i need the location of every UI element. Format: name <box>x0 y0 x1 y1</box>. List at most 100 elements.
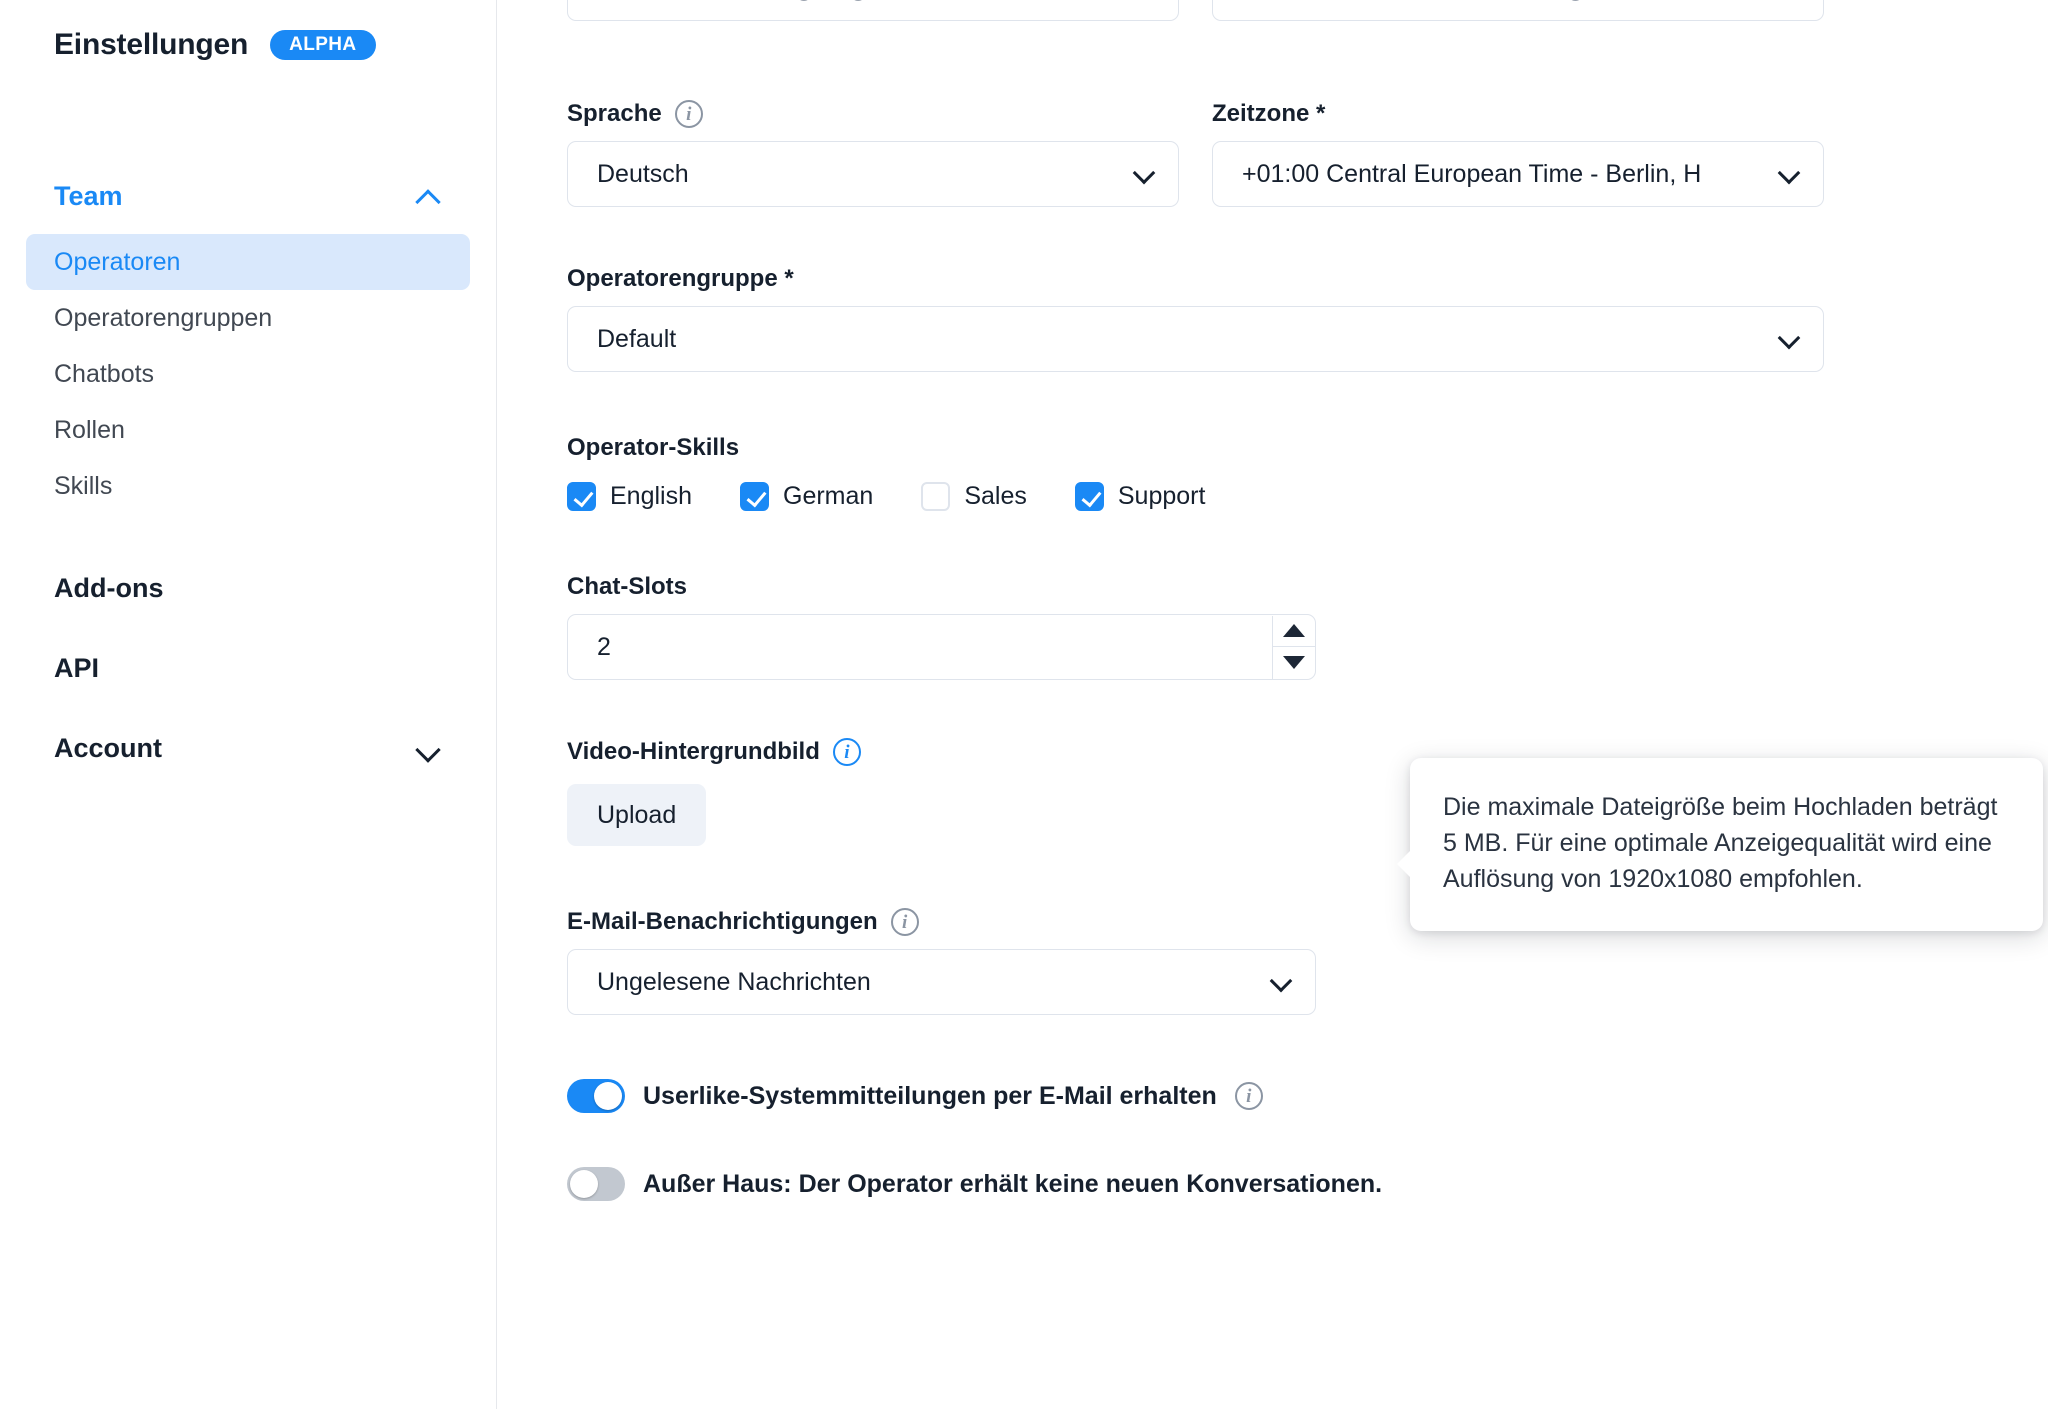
additional-info-placeholder: Zusätzliche Informationen eingeben <box>1242 0 1801 3</box>
chevron-down-icon <box>1779 163 1801 185</box>
sidebar-item-skills[interactable]: Skills <box>26 458 470 514</box>
skill-checkbox-sales[interactable]: Sales <box>921 482 1027 511</box>
operator-group-select[interactable]: Default <box>567 306 1824 372</box>
sidebar-nav: Team Operatoren Operatorengruppen Chatbo… <box>0 172 496 776</box>
system-messages-toggle-row: Userlike-Systemmitteilungen per E-Mail e… <box>567 1079 2048 1113</box>
triangle-down-icon <box>1282 656 1305 670</box>
checkbox-checked-icon <box>740 482 769 511</box>
language-timezone-row: Sprache i Deutsch Zeitzone * +01:00 Cent… <box>567 100 2048 207</box>
chat-slots-value: 2 <box>597 632 611 661</box>
email-notifications-select[interactable]: Ungelesene Nachrichten <box>567 949 1316 1015</box>
sidebar-item-rollen[interactable]: Rollen <box>26 402 470 458</box>
chat-slots-input[interactable]: 2 <box>567 614 1316 680</box>
operator-skills-label-row: Operator-Skills <box>567 434 2048 462</box>
sidebar-item-account[interactable]: Account <box>0 720 496 776</box>
checkbox-checked-icon <box>1074 482 1104 511</box>
toggle-knob <box>570 1170 598 1198</box>
sidebar-item-operatorengruppen[interactable]: Operatorengruppen <box>26 290 470 346</box>
operator-skills-checkbox-group: English German Sales Support <box>567 482 2048 511</box>
settings-form: Berufsbezeichnung eingeben Zusätzliche I… <box>497 0 2048 1409</box>
job-title-input[interactable]: Berufsbezeichnung eingeben <box>567 0 1179 21</box>
timezone-value: +01:00 Central European Time - Berlin, H <box>1242 159 1702 188</box>
sidebar-link-label: Account <box>54 732 162 763</box>
chevron-down-icon <box>1271 971 1293 993</box>
email-notifications-label-row: E-Mail-Benachrichtigungen i <box>567 908 1316 936</box>
checkbox-unchecked-icon <box>921 482 951 511</box>
video-background-label: Video-Hintergrundbild <box>567 738 820 765</box>
info-icon[interactable]: i <box>1234 1082 1263 1110</box>
out-of-office-label: Außer Haus: Der Operator erhält keine ne… <box>643 1169 1383 1198</box>
skill-label: Sales <box>964 482 1027 510</box>
sidebar-header: Einstellungen ALPHA <box>0 0 496 72</box>
language-value: Deutsch <box>597 159 689 188</box>
sidebar-item-label: Operatoren <box>54 247 181 276</box>
chat-slots-increment-button[interactable] <box>1272 616 1315 647</box>
sidebar-item-label: Chatbots <box>54 359 155 388</box>
sidebar-item-operatoren[interactable]: Operatoren <box>26 234 470 290</box>
chat-slots-label: Chat-Slots <box>567 573 687 600</box>
sidebar-group-team[interactable]: Team <box>0 172 496 220</box>
skill-label: Support <box>1117 482 1206 510</box>
system-messages-label: Userlike-Systemmitteilungen per E-Mail e… <box>643 1081 1217 1110</box>
sidebar-item-chatbots[interactable]: Chatbots <box>26 346 470 402</box>
timezone-label: Zeitzone * <box>1212 100 1326 127</box>
additional-info-input[interactable]: Zusätzliche Informationen eingeben <box>1212 0 1824 21</box>
chat-slots-label-row: Chat-Slots <box>567 573 2048 601</box>
sidebar: Einstellungen ALPHA Team Operatoren Oper… <box>0 0 497 1409</box>
out-of-office-toggle[interactable] <box>567 1167 625 1201</box>
sidebar-item-label: Rollen <box>54 415 125 444</box>
toggle-knob <box>594 1082 622 1110</box>
chevron-down-icon <box>1134 163 1156 185</box>
upload-button[interactable]: Upload <box>567 784 707 846</box>
sidebar-item-list: Operatoren Operatorengruppen Chatbots Ro… <box>0 234 496 514</box>
alpha-badge: ALPHA <box>270 30 376 60</box>
job-title-placeholder: Berufsbezeichnung eingeben <box>597 0 1156 3</box>
skill-checkbox-german[interactable]: German <box>740 482 873 511</box>
out-of-office-toggle-row: Außer Haus: Der Operator erhält keine ne… <box>567 1167 2048 1201</box>
email-notifications-value: Ungelesene Nachrichten <box>597 967 871 996</box>
timezone-select[interactable]: +01:00 Central European Time - Berlin, H <box>1212 141 1824 207</box>
file-size-tooltip: Die maximale Dateigröße beim Hochladen b… <box>1397 758 2043 931</box>
sidebar-item-label: Operatorengruppen <box>54 303 273 332</box>
chevron-down-icon <box>1779 328 1801 350</box>
page-title: Einstellungen <box>54 28 249 61</box>
sidebar-divider-spacer <box>0 514 496 536</box>
skill-checkbox-support[interactable]: Support <box>1074 482 1206 511</box>
language-label: Sprache <box>567 100 662 127</box>
sidebar-link-label: API <box>54 652 100 683</box>
chat-slots-spinner <box>1271 615 1315 679</box>
chat-slots-field: Chat-Slots 2 <box>567 573 2048 680</box>
language-field: Sprache i Deutsch <box>567 100 1179 207</box>
chat-slots-decrement-button[interactable] <box>1273 647 1315 679</box>
sidebar-item-add-ons[interactable]: Add-ons <box>0 560 496 616</box>
timezone-field: Zeitzone * +01:00 Central European Time … <box>1212 100 1824 207</box>
email-notifications-label: E-Mail-Benachrichtigungen <box>567 908 878 935</box>
checkbox-checked-icon <box>567 482 596 511</box>
operator-group-value: Default <box>597 324 677 353</box>
sidebar-link-label: Add-ons <box>54 572 164 603</box>
operator-group-label-row: Operatorengruppe * <box>567 265 1824 293</box>
skill-checkbox-english[interactable]: English <box>567 482 692 511</box>
operator-group-field: Operatorengruppe * Default <box>567 265 1824 372</box>
chevron-up-icon <box>416 183 442 209</box>
system-messages-toggle[interactable] <box>567 1079 625 1113</box>
operator-group-label: Operatorengruppe * <box>567 265 794 292</box>
additional-info-field: Zusätzliche Informationen eingeben <box>1212 0 1824 21</box>
chevron-down-icon <box>416 735 442 761</box>
sidebar-group-label: Team <box>54 180 123 211</box>
info-icon[interactable]: i <box>832 738 861 766</box>
language-label-row: Sprache i <box>567 100 1179 128</box>
job-title-field: Berufsbezeichnung eingeben <box>567 0 1179 21</box>
settings-page: Einstellungen ALPHA Team Operatoren Oper… <box>0 0 2048 1409</box>
operator-skills-field: Operator-Skills English German Sales Sup… <box>567 434 2048 511</box>
info-icon[interactable]: i <box>674 100 703 128</box>
info-icon[interactable]: i <box>890 908 919 936</box>
sidebar-item-label: Skills <box>54 471 113 500</box>
triangle-up-icon <box>1282 624 1305 638</box>
email-notifications-field: E-Mail-Benachrichtigungen i Ungelesene N… <box>567 908 1316 1015</box>
chat-slots-stepper: 2 <box>567 614 1316 680</box>
skill-label: English <box>610 482 692 510</box>
language-select[interactable]: Deutsch <box>567 141 1179 207</box>
sidebar-item-api[interactable]: API <box>0 640 496 696</box>
skill-label: German <box>783 482 874 510</box>
